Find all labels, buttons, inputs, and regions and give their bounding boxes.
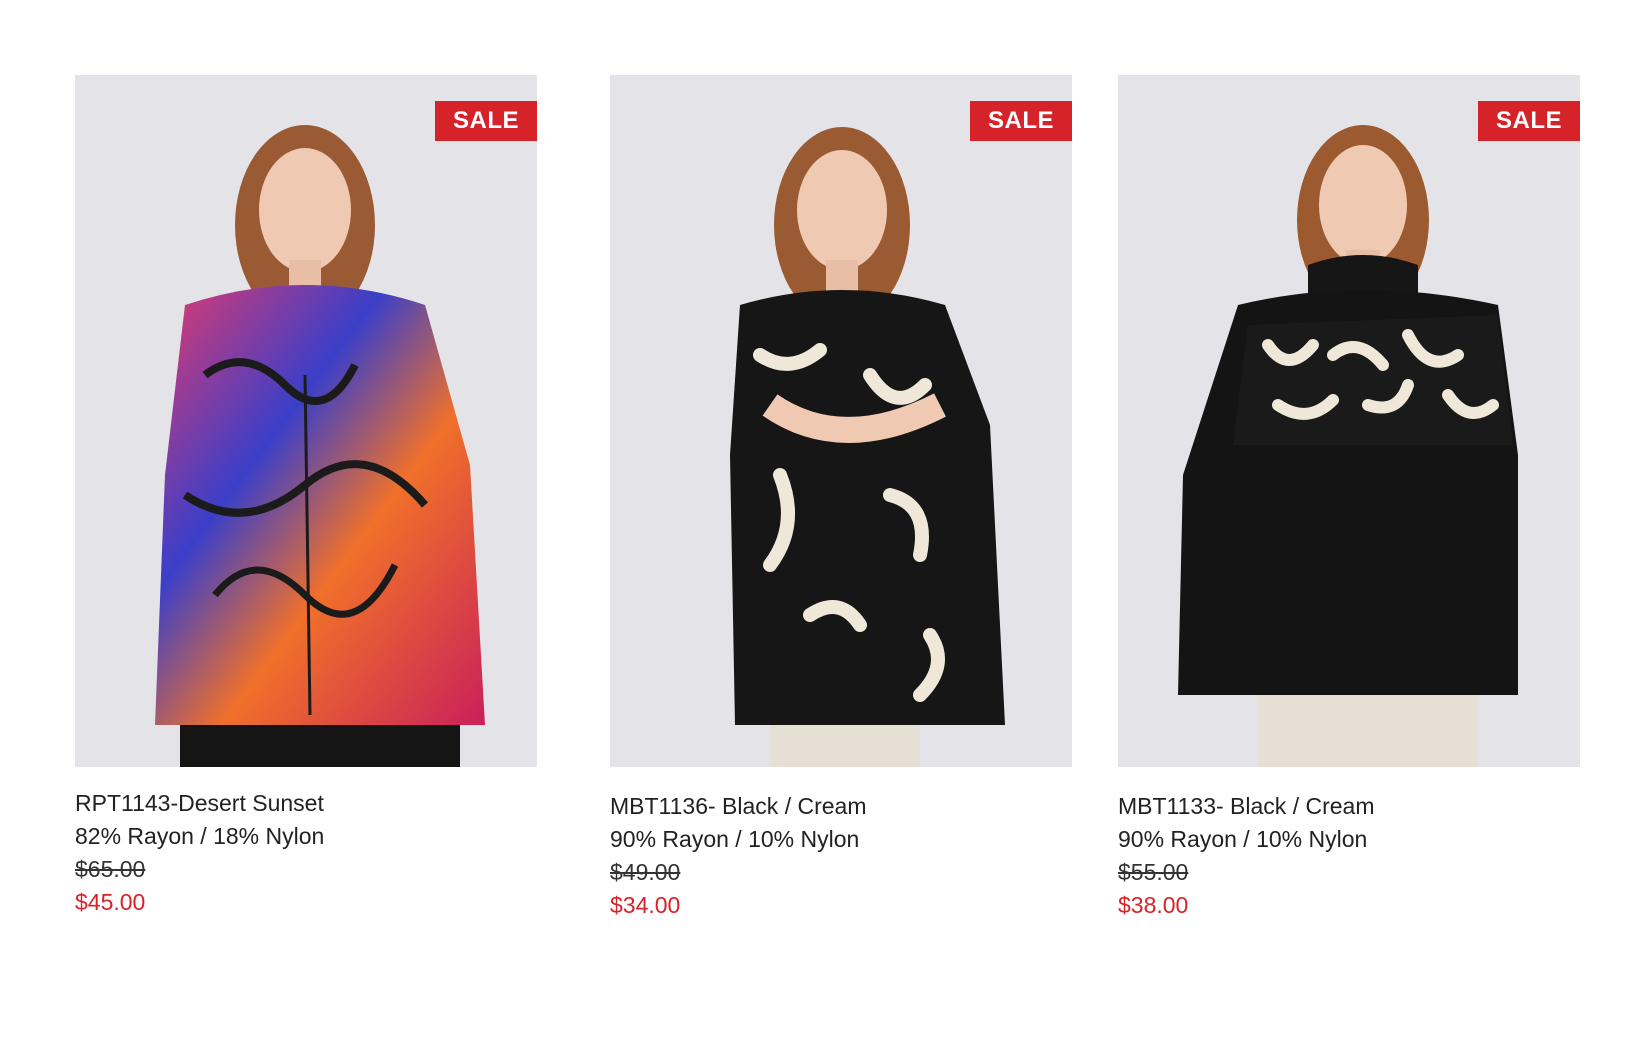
model-photo-icon [155, 125, 485, 767]
model-photo-icon [730, 127, 1005, 767]
product-image[interactable]: SALE [1118, 75, 1580, 767]
product-image[interactable]: SALE [610, 75, 1072, 767]
product-info: MBT1133- Black / Cream 90% Rayon / 10% N… [1118, 790, 1580, 922]
product-grid: SALE RPT1143-Desert Sunset 82% Rayon / 1… [0, 0, 1650, 1038]
model-photo-icon [1178, 125, 1518, 767]
product-title-link[interactable]: MBT1133- Black / Cream [1118, 790, 1580, 823]
product-title-link[interactable]: RPT1143-Desert Sunset [75, 787, 537, 820]
sale-badge: SALE [1478, 101, 1580, 141]
sale-price: $34.00 [610, 892, 681, 918]
original-price: $65.00 [75, 856, 146, 882]
original-price: $55.00 [1118, 859, 1189, 885]
product-material: 90% Rayon / 10% Nylon [1118, 826, 1368, 852]
product-card: SALE RPT1143-Desert Sunset 82% Rayon / 1… [75, 75, 537, 919]
product-material: 90% Rayon / 10% Nylon [610, 826, 860, 852]
sale-price: $38.00 [1118, 892, 1189, 918]
original-price: $49.00 [610, 859, 681, 885]
sale-badge: SALE [435, 101, 537, 141]
sale-price: $45.00 [75, 889, 146, 915]
product-info: RPT1143-Desert Sunset 82% Rayon / 18% Ny… [75, 787, 537, 919]
product-card: SALE MBT1133- Black / Cream 90% Rayon / … [1118, 75, 1580, 922]
product-card: SALE MBT1136- Black / Cream 90% Rayon / … [610, 75, 1072, 922]
product-material: 82% Rayon / 18% Nylon [75, 823, 325, 849]
product-title-link[interactable]: MBT1136- Black / Cream [610, 790, 1072, 823]
product-info: MBT1136- Black / Cream 90% Rayon / 10% N… [610, 790, 1072, 922]
product-image[interactable]: SALE [75, 75, 537, 767]
sale-badge: SALE [970, 101, 1072, 141]
